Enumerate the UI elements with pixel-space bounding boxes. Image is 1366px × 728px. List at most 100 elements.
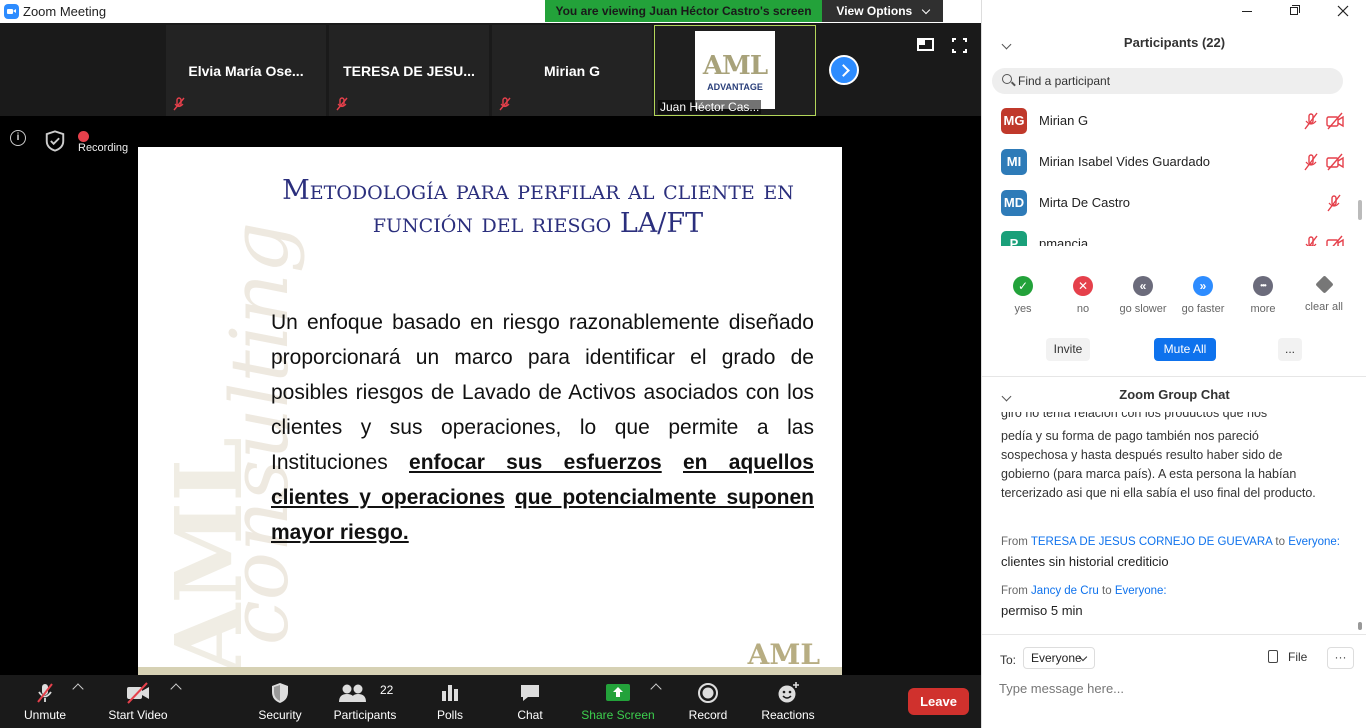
chat-messages: giro no tenía relación con los productos… bbox=[982, 412, 1357, 634]
mute-all-button[interactable]: Mute All bbox=[1154, 338, 1216, 361]
recipient-value: Everyone bbox=[1031, 651, 1082, 665]
video-off-icon bbox=[1326, 112, 1344, 130]
reaction-go-slower-button[interactable]: « go slower bbox=[1113, 276, 1173, 315]
polls-button[interactable]: Polls bbox=[424, 675, 476, 728]
reactions-icon bbox=[778, 682, 799, 703]
reaction-no-button[interactable]: ✕ no bbox=[1053, 276, 1113, 315]
find-participant-input[interactable] bbox=[1018, 71, 1338, 91]
chevron-down-icon bbox=[921, 5, 930, 15]
fast-forward-icon: » bbox=[1193, 276, 1213, 296]
video-thumbnail[interactable]: Mirian G bbox=[492, 25, 652, 116]
slide-watermark-logo: AML bbox=[154, 437, 263, 675]
participants-header: Participants (22) bbox=[1123, 35, 1226, 50]
participants-button[interactable]: 22 Participants bbox=[330, 675, 400, 728]
participants-more-button[interactable]: ... bbox=[1278, 338, 1302, 361]
file-label: File bbox=[1288, 650, 1308, 664]
view-options-button[interactable]: View Options bbox=[822, 0, 943, 22]
avatar: MI bbox=[1001, 149, 1027, 175]
slide-body-space bbox=[505, 486, 515, 509]
participant-row[interactable]: MG Mirian G bbox=[982, 100, 1357, 141]
close-button[interactable] bbox=[1320, 0, 1366, 23]
chat-sender[interactable]: Jancy de Cru bbox=[1031, 585, 1099, 597]
info-icon[interactable]: i bbox=[10, 130, 26, 146]
chat-message-text: pedía y su forma de pago también nos par… bbox=[1001, 429, 1316, 500]
recording-indicator[interactable]: Recording bbox=[78, 130, 128, 154]
unmute-label: Unmute bbox=[23, 708, 67, 722]
title-bar: Zoom Meeting You are viewing Juan Héctor… bbox=[0, 0, 981, 23]
avatar: MG bbox=[1001, 108, 1027, 134]
aml-advantage-logo: AML ADVANTAGE bbox=[695, 31, 775, 109]
chat-sender[interactable]: TERESA DE JESUS CORNEJO DE GUEVARA bbox=[1031, 536, 1272, 548]
chat-button[interactable]: Chat bbox=[504, 675, 556, 728]
chat-scrollbar[interactable] bbox=[1358, 622, 1362, 630]
slide-body: Un enfoque basado en riesgo razonablemen… bbox=[271, 305, 814, 550]
fullscreen-icon[interactable] bbox=[951, 37, 968, 54]
logo-subtext: ADVANTAGE bbox=[707, 82, 763, 92]
chat-more-button[interactable]: ··· bbox=[1327, 647, 1354, 669]
chat-composer: To: Everyone File ··· bbox=[982, 634, 1366, 728]
mic-muted-icon bbox=[37, 683, 53, 703]
reactions-label: Reactions bbox=[761, 708, 815, 722]
rewind-icon: « bbox=[1133, 276, 1153, 296]
participant-name: TERESA DE JESU... bbox=[343, 63, 475, 79]
slide-body-underlined: enfocar sus esfuerzos bbox=[409, 451, 662, 474]
file-button[interactable]: File bbox=[1268, 650, 1307, 664]
unmute-button[interactable]: Unmute bbox=[14, 675, 76, 728]
shield-icon[interactable] bbox=[44, 130, 66, 152]
view-options-label: View Options bbox=[836, 4, 913, 18]
layout-icon[interactable] bbox=[917, 38, 934, 51]
reaction-more-button[interactable]: ••• more bbox=[1233, 276, 1293, 315]
reaction-go-faster-button[interactable]: » go faster bbox=[1173, 276, 1233, 315]
shared-slide: consulting AML Metodología para perfilar… bbox=[138, 147, 842, 675]
participant-list-scrollbar[interactable] bbox=[1358, 200, 1362, 220]
check-icon: ✓ bbox=[1013, 276, 1033, 296]
participant-row[interactable]: P pmancia bbox=[982, 223, 1357, 246]
reaction-yes-button[interactable]: ✓ yes bbox=[993, 276, 1053, 315]
video-options-caret[interactable] bbox=[170, 683, 182, 695]
video-thumbnail-strip: Elvia María Ose... TERESA DE JESU... Mir… bbox=[0, 23, 981, 116]
recipient-select[interactable]: Everyone bbox=[1023, 647, 1095, 669]
slide-footer-bar bbox=[138, 667, 842, 675]
participant-name: Juan Héctor Cas... bbox=[658, 100, 762, 114]
video-thumbnail-active-speaker[interactable]: AML ADVANTAGE Juan Héctor Cas... bbox=[654, 25, 816, 116]
reactions-button[interactable]: Reactions bbox=[756, 675, 820, 728]
restore-button[interactable] bbox=[1272, 0, 1318, 23]
reaction-label: clear all bbox=[1305, 301, 1343, 313]
chat-message-input[interactable] bbox=[999, 677, 1339, 699]
mic-muted-icon bbox=[499, 97, 511, 111]
reaction-label: more bbox=[1250, 303, 1276, 315]
start-video-button[interactable]: Start Video bbox=[104, 675, 172, 728]
mic-muted-icon bbox=[1304, 112, 1318, 130]
restore-icon-back bbox=[1292, 5, 1300, 13]
chat-recipient[interactable]: Everyone: bbox=[1288, 536, 1340, 548]
share-screen-icon bbox=[606, 684, 630, 701]
video-thumbnail[interactable]: TERESA DE JESU... bbox=[329, 25, 489, 116]
side-panel: Participants (22) MG Mirian G MI Mirian … bbox=[981, 0, 1366, 728]
next-page-button[interactable] bbox=[829, 55, 859, 85]
record-button[interactable]: Record bbox=[680, 675, 736, 728]
mic-muted-icon bbox=[1304, 153, 1318, 171]
from-prefix: From bbox=[1001, 536, 1028, 548]
close-icon bbox=[1337, 5, 1349, 17]
security-button[interactable]: Security bbox=[252, 675, 308, 728]
chat-icon bbox=[521, 685, 539, 701]
to-label: To: bbox=[1000, 653, 1017, 667]
reaction-clear-all-button[interactable]: clear all bbox=[1294, 275, 1354, 313]
minimize-button[interactable] bbox=[1224, 0, 1270, 23]
window-title: Zoom Meeting bbox=[23, 4, 107, 19]
participant-row[interactable]: MI Mirian Isabel Vides Guardado bbox=[982, 141, 1357, 182]
invite-button[interactable]: Invite bbox=[1046, 338, 1090, 361]
polls-label: Polls bbox=[436, 708, 463, 722]
participant-name: pmancia bbox=[1039, 236, 1089, 246]
chat-recipient[interactable]: Everyone: bbox=[1115, 585, 1167, 597]
leave-button[interactable]: Leave bbox=[908, 688, 969, 715]
participant-row[interactable]: MD Mirta De Castro bbox=[982, 182, 1357, 223]
chat-message-text: giro no tenía relación con los productos… bbox=[1001, 412, 1268, 420]
participants-count: 22 bbox=[380, 683, 394, 697]
x-icon: ✕ bbox=[1073, 276, 1093, 296]
recording-label: Recording bbox=[78, 142, 129, 154]
to-word: to bbox=[1102, 585, 1112, 597]
video-thumbnail[interactable]: Elvia María Ose... bbox=[166, 25, 326, 116]
share-screen-button[interactable]: Share Screen bbox=[580, 675, 656, 728]
mic-muted-icon bbox=[336, 97, 348, 111]
